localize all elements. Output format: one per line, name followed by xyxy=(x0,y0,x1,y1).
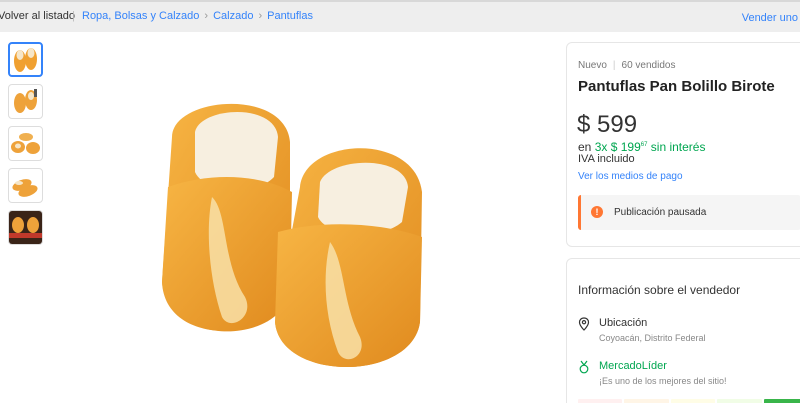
thumbnail-gallery xyxy=(8,42,44,252)
reputation-segment-3 xyxy=(670,399,716,403)
alert-icon: ! xyxy=(591,206,603,218)
slipper-thumbnail-image xyxy=(14,89,37,113)
divider: | xyxy=(612,60,616,71)
breadcrumb-item-slippers[interactable]: Pantuflas xyxy=(267,10,313,22)
breadcrumb-item-footwear[interactable]: Calzado xyxy=(213,10,253,22)
reputation-segment-1 xyxy=(578,399,623,403)
thumbnail-4[interactable] xyxy=(8,168,43,203)
installments-suffix: sin interés xyxy=(650,140,706,154)
bread-slippers-image xyxy=(162,103,422,367)
payment-methods-link[interactable]: Ver los medios de pago xyxy=(578,171,683,182)
chevron-right-icon: › xyxy=(204,10,209,22)
main-product-image[interactable] xyxy=(150,82,435,382)
paused-notice: ! Publicación pausada xyxy=(578,195,800,230)
slipper-thumbnail-image xyxy=(14,48,37,72)
condition-and-sales: Nuevo | 60 vendidos xyxy=(578,60,675,71)
reputation-segment-5 xyxy=(763,399,800,403)
location-label: Ubicación xyxy=(599,317,648,329)
slipper-thumbnail-image xyxy=(9,211,42,244)
medal-icon xyxy=(579,360,589,374)
product-title: Pantuflas Pan Bolillo Birote xyxy=(578,78,775,95)
installments-amount: 3x $ 19967 sin interés xyxy=(595,140,706,154)
installments-main: 3x $ 199 xyxy=(594,140,641,154)
breadcrumb: Ropa, Bolsas y Calzado › Calzado › Pantuflas xyxy=(82,10,313,22)
reputation-segment-4 xyxy=(717,399,762,403)
installments: en 3x $ 19967 sin interés xyxy=(578,140,705,154)
slipper-thumbnail-image xyxy=(12,179,38,197)
reputation-thermometer xyxy=(578,399,800,403)
thumbnail-3[interactable] xyxy=(8,126,43,161)
reputation-segment-2 xyxy=(624,399,669,403)
thumbnail-1[interactable] xyxy=(8,42,43,77)
location-pin-icon xyxy=(578,317,590,331)
breadcrumb-item-clothing[interactable]: Ropa, Bolsas y Calzado xyxy=(82,10,199,22)
slipper-thumbnail-image xyxy=(11,133,40,154)
location-value: Coyoacán, Distrito Federal xyxy=(599,333,706,343)
paused-notice-text: Publicación pausada xyxy=(614,207,707,218)
mercadolider-description: ¡Es uno de los mejores del sitio! xyxy=(599,376,727,386)
installments-cents: 67 xyxy=(640,142,648,148)
divider: | xyxy=(72,10,75,22)
buy-box: Nuevo | 60 vendidos Pantuflas Pan Bolillo … xyxy=(566,42,800,247)
thumbnail-5[interactable] xyxy=(8,210,43,245)
sell-one-link[interactable]: Vender uno xyxy=(742,12,798,24)
chevron-right-icon: › xyxy=(258,10,263,22)
seller-info-box: Información sobre el vendedor Ubicación … xyxy=(566,258,800,403)
seller-heading: Información sobre el vendedor xyxy=(578,283,741,297)
tax-note: IVA incluido xyxy=(578,153,635,165)
condition-label: Nuevo xyxy=(578,60,607,71)
back-to-listing-link[interactable]: Volver al listado xyxy=(0,10,75,22)
mercadolider-label: MercadoLíder xyxy=(599,360,667,372)
thumbnail-2[interactable] xyxy=(8,84,43,119)
sold-count: 60 vendidos xyxy=(621,60,676,71)
installments-prefix: en xyxy=(578,140,592,154)
top-bar: Volver al listado | Ropa, Bolsas y Calza… xyxy=(0,0,800,32)
price: $ 599 xyxy=(577,111,638,138)
